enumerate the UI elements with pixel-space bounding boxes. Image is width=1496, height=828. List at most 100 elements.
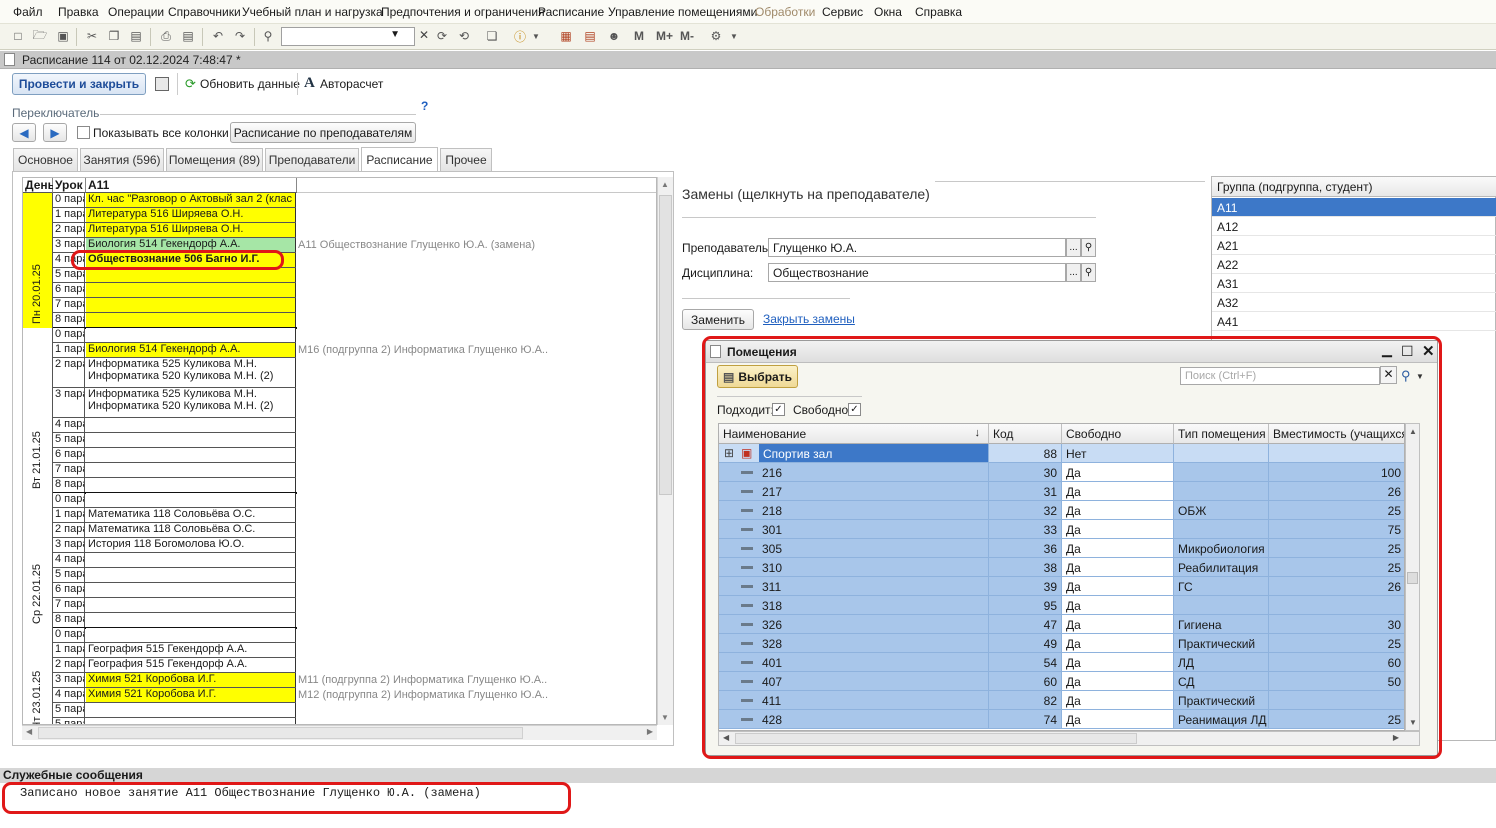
lesson-cell[interactable] (86, 553, 296, 567)
save-icon[interactable] (155, 77, 169, 91)
schedule-row[interactable]: 1 параМатематика 118 Соловьёва О.С. (53, 508, 296, 523)
help-link[interactable]: ? (421, 99, 428, 113)
schedule-row[interactable]: 8 пара (53, 313, 296, 328)
menu-item-1[interactable]: Правка (58, 5, 99, 19)
show-all-columns-checkbox[interactable] (77, 126, 90, 139)
lesson-cell[interactable]: Математика 118 Соловьёва О.С. (86, 523, 296, 537)
menu-item-7[interactable]: Управление помещениями (608, 5, 757, 19)
forward-button[interactable]: ▶ (43, 123, 67, 142)
lesson-cell[interactable] (86, 328, 296, 342)
lesson-cell[interactable] (86, 418, 296, 432)
new-document-icon[interactable]: □ (10, 28, 26, 44)
lesson-cell[interactable] (86, 718, 296, 724)
toolbar-search-input[interactable]: ▼ ✕ (281, 27, 429, 46)
lesson-cell[interactable] (86, 433, 296, 447)
schedule-row[interactable]: 5 пара (53, 268, 296, 283)
lesson-cell[interactable] (86, 463, 296, 477)
teacher-choose-button[interactable]: ... (1066, 238, 1081, 257)
memory-plus-button[interactable]: M+ (656, 28, 673, 44)
refresh-data-button[interactable]: Обновить данные (200, 77, 300, 91)
paste-icon[interactable]: ▤ (128, 28, 144, 44)
group-item[interactable]: А11 (1212, 198, 1496, 217)
menu-item-10[interactable]: Окна (874, 5, 902, 19)
schedule-row[interactable]: 5 пара (53, 568, 296, 583)
schedule-row[interactable]: 6 пара (53, 583, 296, 598)
schedule-row[interactable]: 1 параГеография 515 Гекендорф А.А. (53, 643, 296, 658)
schedule-row[interactable]: 0 пара (53, 628, 296, 643)
memory-minus-button[interactable]: M- (680, 28, 694, 44)
group-item[interactable]: А32 (1212, 293, 1496, 312)
memory-m-button[interactable]: M (634, 28, 644, 44)
menu-item-2[interactable]: Операции (108, 5, 164, 19)
schedule-row[interactable]: 0 пара (53, 493, 296, 508)
schedule-row[interactable]: 2 параМатематика 118 Соловьёва О.С. (53, 523, 296, 538)
schedule-row[interactable]: 7 пара (53, 298, 296, 313)
schedule-row[interactable]: 2 параГеография 515 Гекендорф А.А. (53, 658, 296, 673)
tab-teachers[interactable]: Преподаватели (265, 148, 359, 171)
group-item[interactable]: А21 (1212, 236, 1496, 255)
print-icon[interactable]: ⎙ (158, 28, 174, 44)
schedule-row[interactable]: 4 пара (53, 418, 296, 433)
lesson-cell[interactable]: Химия 521 Коробова И.Г. (86, 688, 296, 702)
lesson-cell[interactable] (86, 568, 296, 582)
dropdown-arrow-icon[interactable]: ▼ (390, 29, 400, 40)
autocalc-button[interactable]: Авторасчет (320, 77, 383, 91)
lesson-cell[interactable]: Литература 516 Ширяева О.Н. (86, 223, 296, 237)
replace-button[interactable]: Заменить (682, 309, 754, 330)
windows-icon[interactable]: ❏ (484, 28, 500, 44)
schedule-row[interactable]: 5 пара (53, 433, 296, 448)
copy-icon[interactable]: ❐ (106, 28, 122, 44)
schedule-row[interactable]: 4 пара (53, 553, 296, 568)
schedule-row[interactable]: 7 пара (53, 598, 296, 613)
menu-item-11[interactable]: Справка (915, 5, 962, 19)
group-item[interactable]: А22 (1212, 255, 1496, 274)
lesson-cell[interactable]: Математика 118 Соловьёва О.С. (86, 508, 296, 522)
schedule-row[interactable]: 7 пара (53, 463, 296, 478)
schedule-row[interactable]: 6 пара (53, 283, 296, 298)
tab-schedule[interactable]: Расписание (361, 147, 438, 171)
find-next-icon[interactable]: ⟳ (434, 28, 450, 44)
users-icon[interactable]: ☻ (606, 28, 622, 44)
calculator-icon[interactable]: ▦ (558, 28, 574, 44)
clear-icon[interactable]: ✕ (419, 28, 429, 42)
lesson-cell[interactable]: География 515 Гекендорф А.А. (86, 643, 296, 657)
lesson-cell[interactable] (86, 298, 296, 312)
schedule-row[interactable]: 0 параКл. час "Разговор о Актовый зал 2 … (53, 193, 296, 208)
print-preview-icon[interactable]: ▤ (180, 28, 196, 44)
lesson-cell[interactable] (86, 598, 296, 612)
calendar-icon[interactable]: ▤ (582, 28, 598, 44)
discipline-choose-button[interactable]: ... (1066, 263, 1081, 282)
menu-item-0[interactable]: Файл (13, 5, 43, 19)
tab-lessons[interactable]: Занятия (596) (80, 148, 164, 171)
menu-item-3[interactable]: Справочники (168, 5, 241, 19)
lesson-cell[interactable]: История 118 Богомолова Ю.О. (86, 538, 296, 552)
discipline-search-icon[interactable]: ⚲ (1081, 263, 1096, 282)
menu-item-8[interactable]: Обработки (755, 5, 815, 19)
tab-rooms[interactable]: Помещения (89) (166, 148, 263, 171)
schedule-row[interactable]: 0 пара (53, 328, 296, 343)
grid-horizontal-scrollbar[interactable]: ◀ ▶ (22, 725, 657, 740)
save-icon[interactable]: ▣ (55, 28, 71, 44)
lesson-cell[interactable] (86, 628, 296, 642)
close-replacements-link[interactable]: Закрыть замены (763, 312, 855, 326)
menu-item-6[interactable]: Расписание (538, 5, 604, 19)
schedule-row[interactable]: 8 пара (53, 613, 296, 628)
undo-icon[interactable]: ↶ (210, 28, 226, 44)
info-dropdown-icon[interactable]: ▼ (528, 28, 544, 44)
open-folder-icon[interactable]: 🗁 (32, 28, 48, 44)
schedule-row[interactable]: 8 пара (53, 478, 296, 493)
find-prev-icon[interactable]: ⟲ (456, 28, 472, 44)
schedule-row[interactable]: 6 пара (53, 448, 296, 463)
tab-main[interactable]: Основное (13, 148, 78, 171)
post-and-close-button[interactable]: Провести и закрыть (12, 73, 146, 95)
schedule-by-teachers-button[interactable]: Расписание по преподавателям (230, 122, 416, 143)
schedule-row[interactable]: 4 параХимия 521 Коробова И.Г. (53, 688, 296, 703)
lesson-cell[interactable]: Биология 514 Гекендорф А.А. (86, 343, 296, 357)
lesson-cell[interactable] (86, 703, 296, 717)
find-icon[interactable]: ⚲ (260, 28, 276, 44)
schedule-row[interactable]: 5 пара (53, 718, 296, 724)
lesson-cell[interactable]: Химия 521 Коробова И.Г. (86, 673, 296, 687)
settings-dropdown-icon[interactable]: ▼ (726, 28, 742, 44)
teacher-search-icon[interactable]: ⚲ (1081, 238, 1096, 257)
schedule-row[interactable]: 3 параХимия 521 Коробова И.Г. (53, 673, 296, 688)
